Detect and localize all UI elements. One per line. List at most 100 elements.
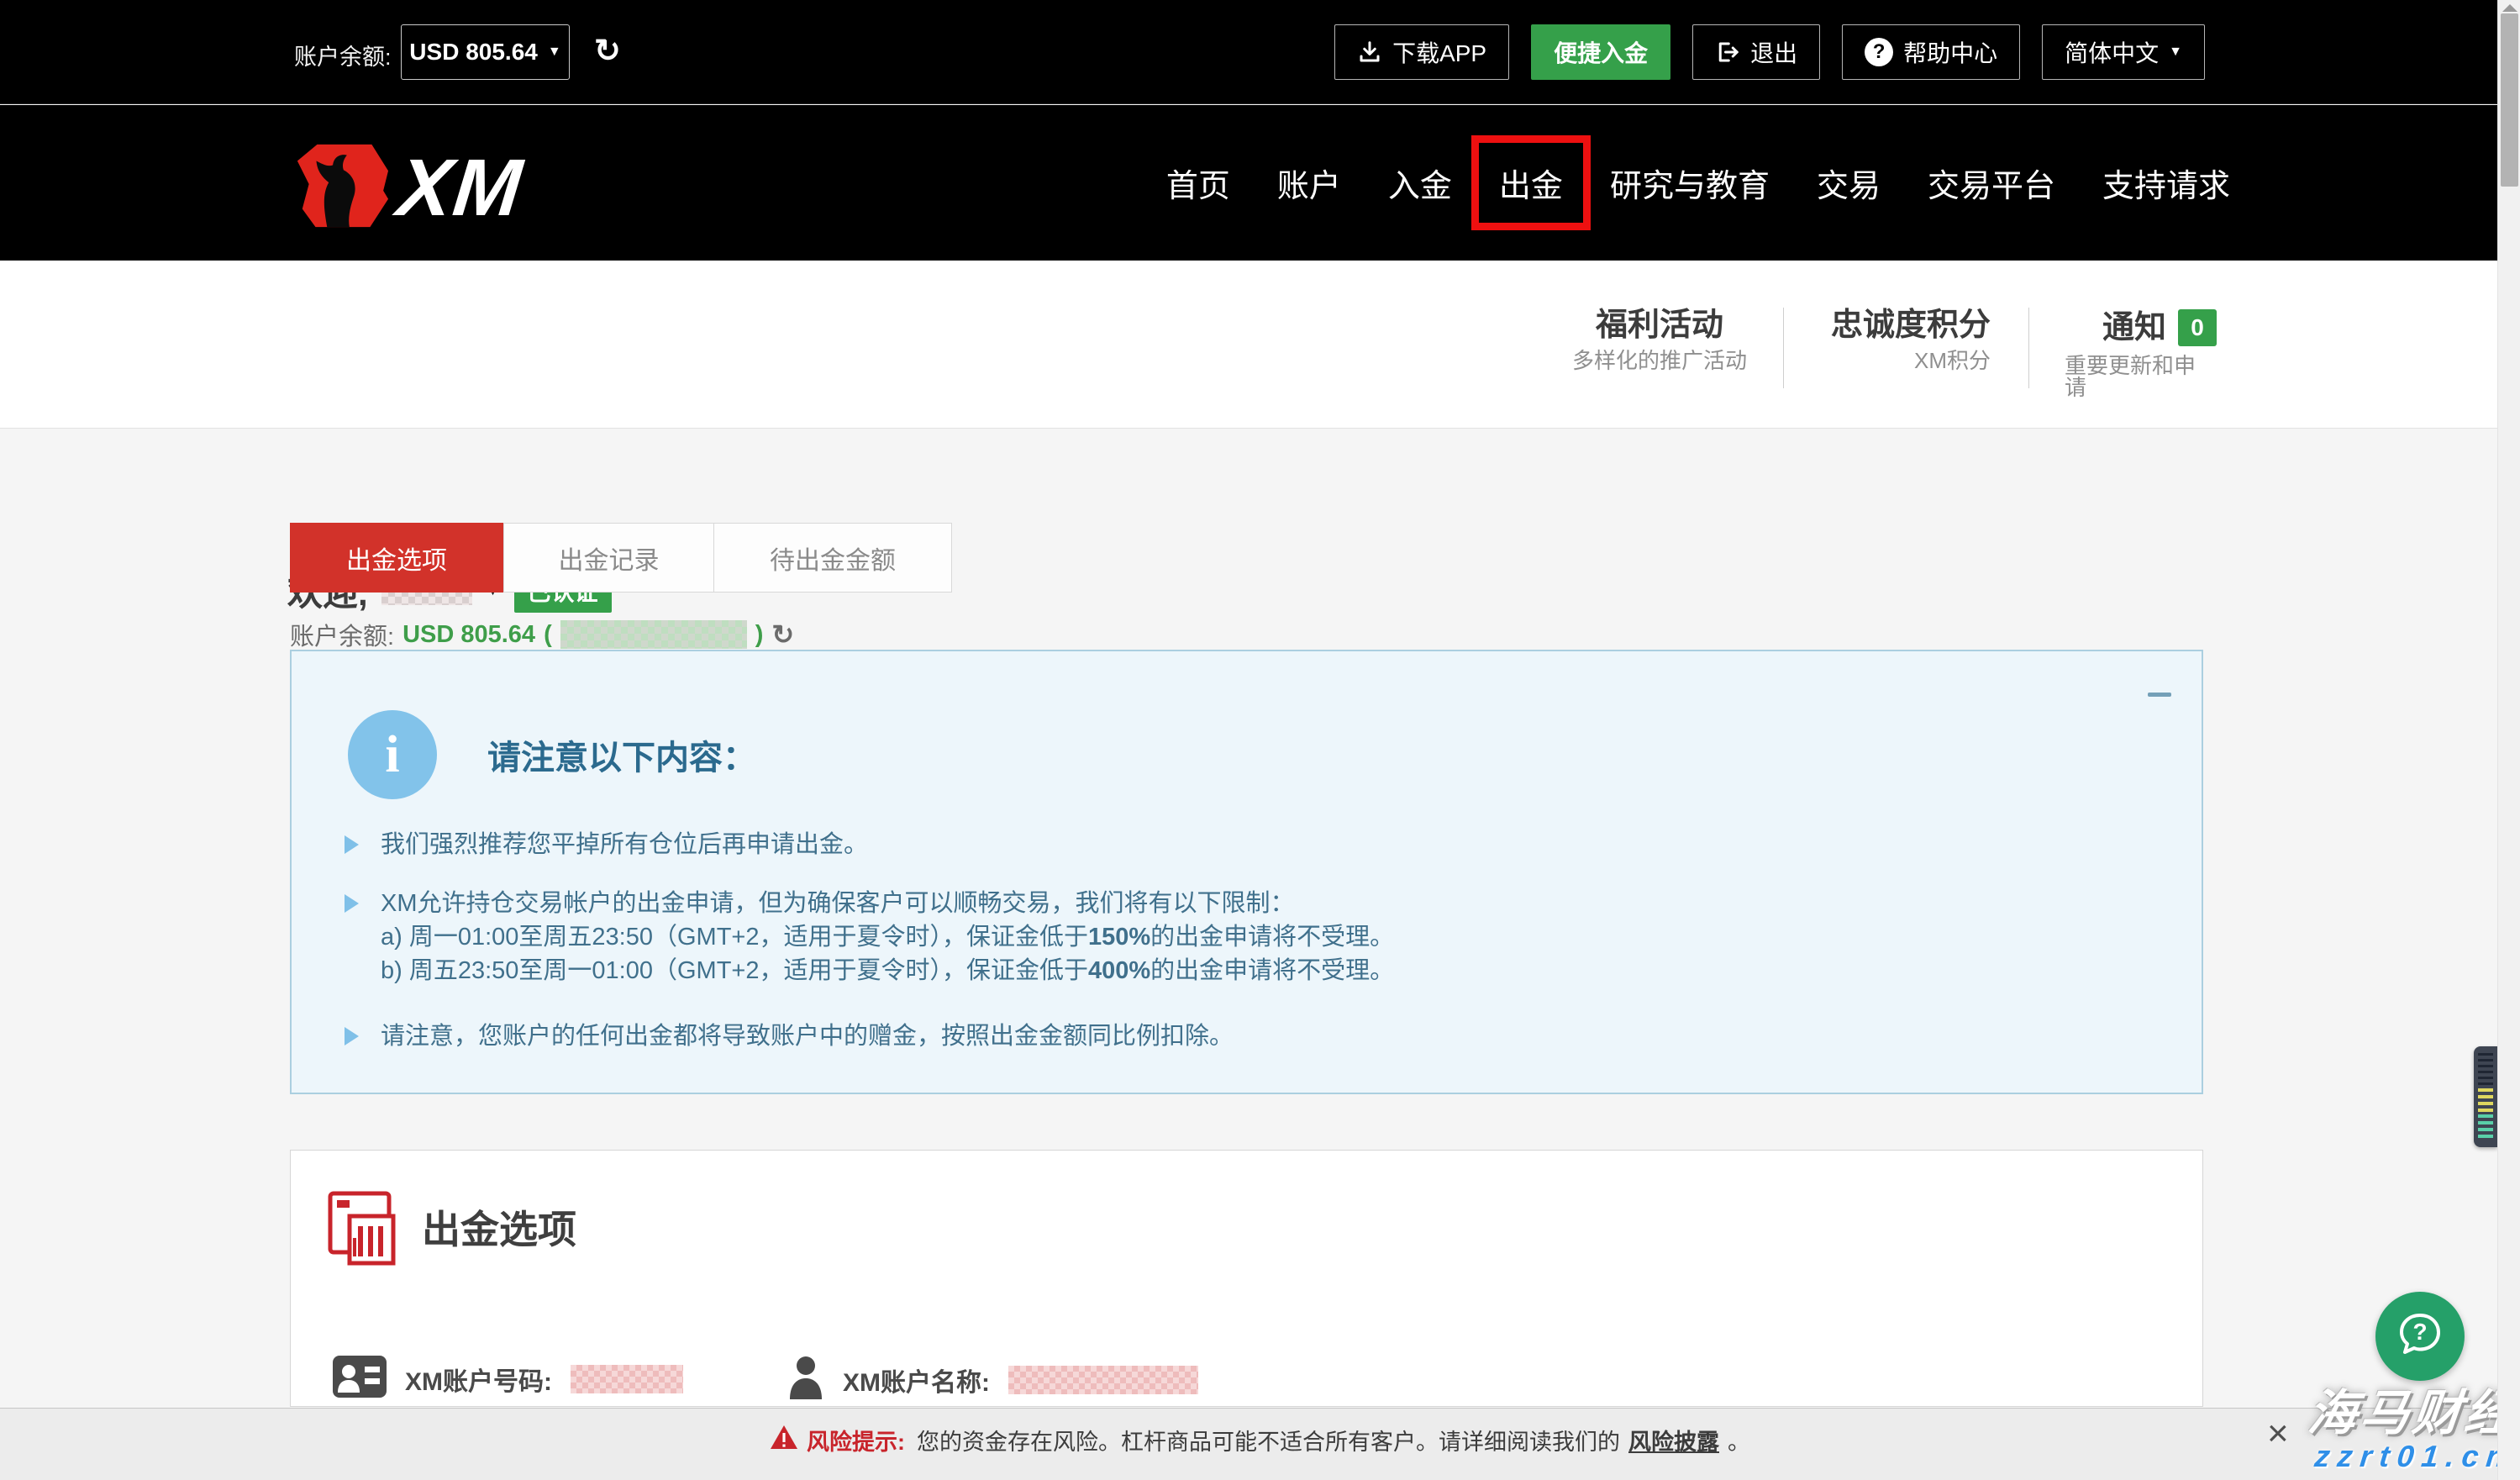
quicklink-notifications[interactable]: 通知 0 重要更新和申请: [2065, 309, 2217, 398]
person-icon: [787, 1356, 824, 1404]
widget-stripes-teal: [2478, 1114, 2493, 1140]
svg-text:?: ?: [2412, 1319, 2427, 1345]
caret-down-icon: ▼: [2169, 45, 2182, 60]
notification-count-badge: 0: [2178, 309, 2217, 346]
chat-question-icon: ?: [2394, 1309, 2446, 1365]
caret-down-icon: ▼: [548, 45, 561, 60]
card-title: 出金选项: [422, 1199, 576, 1255]
welcome-balance-line: 账户余额: USD 805.64 ( ) ↻: [290, 617, 794, 652]
topbar-balance-label: 账户余额:: [294, 39, 392, 71]
paren-open: (: [544, 621, 552, 649]
download-app-button[interactable]: 下载APP: [1334, 24, 1509, 80]
risk-text: 您的资金存在风险。杠杆商品可能不适合所有客户。请详细阅读我们的: [917, 1424, 1620, 1456]
logout-label: 退出: [1750, 35, 1797, 69]
widget-stripes-dark: [2478, 1053, 2493, 1088]
nav-item-research-education[interactable]: 研究与教育: [1610, 160, 1770, 206]
widget-stripes-yellow: [2478, 1088, 2493, 1114]
risk-footer: 风险提示: 您的资金存在风险。杠杆商品可能不适合所有客户。请详细阅读我们的风险披…: [0, 1408, 2520, 1480]
nav-item-deposit[interactable]: 入金: [1388, 160, 1452, 206]
risk-period: 。: [1728, 1424, 1750, 1456]
quick-deposit-label: 便捷入金: [1554, 35, 1648, 69]
quicklink-subtitle: XM积分: [1914, 350, 1991, 371]
bullet-text: 请注意，您账户的任何出金都将导致账户中的赠金，按照出金金额同比例扣除。: [381, 1023, 1234, 1050]
balance-label: 账户余额:: [290, 617, 394, 652]
account-name-field: XM账户名称:: [787, 1356, 1198, 1404]
bullet-arrow-icon: [345, 1027, 359, 1045]
info-icon: i: [348, 710, 437, 799]
tab-withdrawal-options[interactable]: 出金选项: [290, 523, 503, 593]
scrollbar-up-arrow-icon[interactable]: [2502, 4, 2517, 12]
risk-message: 风险提示: 您的资金存在风险。杠杆商品可能不适合所有客户。请详细阅读我们的风险披…: [0, 1424, 2520, 1456]
notice-bullet: 请注意，您账户的任何出金都将导致账户中的赠金，按照出金金额同比例扣除。: [381, 1019, 2151, 1053]
live-chat-button[interactable]: ?: [2375, 1292, 2465, 1381]
bullet-arrow-icon: [345, 835, 359, 854]
tab-withdrawal-history[interactable]: 出金记录: [503, 523, 714, 593]
bullet-text: XM允许持仓交易帐户的出金申请，但为确保客户可以顺畅交易，我们将有以下限制：: [381, 887, 2151, 920]
account-number-label: XM账户号码:: [405, 1361, 552, 1398]
notice-title: 请注意以下内容：: [487, 730, 756, 779]
paren-close: ): [755, 621, 764, 649]
nav-item-account[interactable]: 账户: [1277, 160, 1341, 206]
refresh-icon[interactable]: ↻: [771, 619, 794, 650]
quick-deposit-button[interactable]: 便捷入金: [1531, 24, 1670, 80]
risk-label: 风险提示:: [807, 1424, 905, 1456]
tab-pending-withdrawals[interactable]: 待出金金额: [713, 523, 952, 593]
xm-withdrawal-page: 账户余额: USD 805.64 ▼ ↻ 下载APP 便捷入金: [0, 0, 2520, 1480]
nav-item-withdrawal-highlighted[interactable]: 出金: [1471, 135, 1591, 230]
question-circle-icon: ?: [1865, 38, 1893, 66]
bullet-subline-b: b) 周五23:50至周一01:00（GMT+2，适用于夏令时），保证金低于40…: [381, 954, 2151, 988]
risk-disclosure-link[interactable]: 风险披露: [1628, 1424, 1719, 1456]
refresh-icon[interactable]: ↻: [594, 32, 621, 70]
language-selector-button[interactable]: 简体中文 ▼: [2042, 24, 2205, 80]
nav-item-support[interactable]: 支持请求: [2102, 160, 2230, 206]
quicklink-title: 通知: [2102, 312, 2166, 344]
balance-amount: USD 805.64: [402, 621, 535, 649]
notice-bullet: XM允许持仓交易帐户的出金申请，但为确保客户可以顺畅交易，我们将有以下限制： a…: [381, 887, 2151, 988]
account-balance-dropdown[interactable]: USD 805.64 ▼: [401, 24, 570, 80]
quicklink-loyalty[interactable]: 忠诚度积分 XM积分: [1793, 309, 1991, 371]
notice-box: i 请注意以下内容： 我们强烈推荐您平掉所有仓位后再申请出金。 XM允许持仓交易…: [290, 650, 2203, 1094]
warning-icon: [770, 1425, 798, 1456]
notice-bullet: 我们强烈推荐您平掉所有仓位后再申请出金。: [381, 828, 2151, 861]
id-card-icon: [333, 1356, 387, 1402]
quicklink-subtitle: 重要更新和申请: [2065, 355, 2217, 398]
scrollbar-thumb[interactable]: [2501, 13, 2518, 187]
help-center-button[interactable]: ? 帮助中心: [1842, 24, 2020, 80]
download-app-label: 下载APP: [1392, 35, 1486, 69]
logout-icon: [1715, 40, 1740, 65]
main-navbar: XM 首页 账户 入金 出金 研究与教育 交易 交易平台 支持请求: [0, 105, 2520, 261]
quicklink-title: 福利活动: [1596, 309, 1723, 341]
logout-button[interactable]: 退出: [1692, 24, 1820, 80]
bank-withdrawal-icon: [328, 1191, 397, 1271]
language-label: 简体中文: [2065, 35, 2159, 69]
censored-account-number: [571, 1365, 683, 1393]
xm-logo[interactable]: XM: [291, 142, 523, 234]
withdrawal-options-card: 出金选项 XM账户号码: XM账户名称:: [290, 1150, 2203, 1407]
quicklink-promotions[interactable]: 福利活动 多样化的推广活动: [1572, 309, 1747, 371]
nav-item-platforms[interactable]: 交易平台: [1928, 160, 2055, 206]
help-center-label: 帮助中心: [1903, 35, 1997, 69]
nav-item-home[interactable]: 首页: [1166, 160, 1230, 206]
withdrawal-tabs: 出金选项 出金记录 待出金金额: [290, 523, 952, 593]
quicklink-subtitle: 多样化的推广活动: [1572, 350, 1747, 371]
xm-bull-icon: [291, 142, 390, 234]
topbar-buttons: 下载APP 便捷入金 退出 ? 帮助中心 简体中文 ▼: [1334, 24, 2205, 80]
account-number-field: XM账户号码:: [333, 1356, 683, 1402]
browser-extension-widget[interactable]: [2474, 1046, 2497, 1147]
account-name-label: XM账户名称:: [843, 1361, 990, 1398]
download-icon: [1357, 40, 1382, 65]
vertical-scrollbar[interactable]: [2497, 0, 2520, 1480]
bullet-arrow-icon: [345, 894, 359, 913]
bullet-subline-a: a) 周一01:00至周五23:50（GMT+2，适用于夏令时），保证金低于15…: [381, 920, 2151, 954]
nav-menu: 首页 账户 入金 出金 研究与教育 交易 交易平台 支持请求: [1166, 105, 2230, 261]
close-icon[interactable]: ×: [2267, 1415, 2289, 1452]
topbar-balance-value: USD 805.64: [409, 39, 538, 66]
notice-bullets: 我们强烈推荐您平掉所有仓位后再申请出金。 XM允许持仓交易帐户的出金申请，但为确…: [381, 828, 2151, 1078]
top-utility-bar: 账户余额: USD 805.64 ▼ ↻ 下载APP 便捷入金: [0, 0, 2520, 104]
quicklink-title: 忠诚度积分: [1831, 309, 1991, 341]
censored-account-id: [560, 620, 747, 649]
collapse-icon[interactable]: [2148, 693, 2171, 697]
nav-item-trading[interactable]: 交易: [1817, 160, 1881, 206]
censored-account-name: [1008, 1366, 1198, 1394]
bullet-text: 我们强烈推荐您平掉所有仓位后再申请出金。: [381, 831, 868, 858]
